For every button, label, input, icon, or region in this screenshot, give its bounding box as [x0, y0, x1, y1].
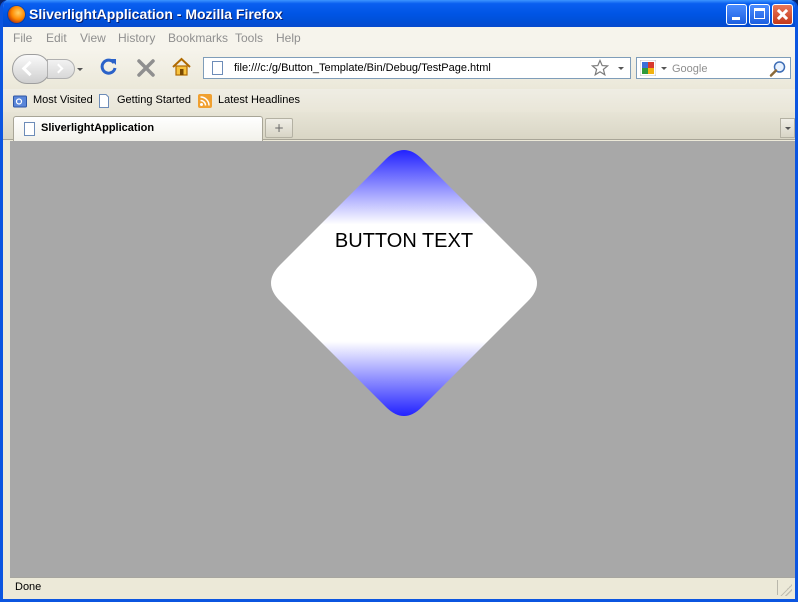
engine-dropdown-icon[interactable] [661, 67, 667, 70]
page-icon [212, 61, 223, 75]
page-icon [99, 94, 109, 108]
window-title: SliverlightApplication - Mozilla Firefox [29, 6, 283, 22]
maximize-button[interactable] [749, 4, 770, 25]
page-icon [24, 122, 35, 136]
search-placeholder[interactable]: Google [672, 63, 707, 75]
close-icon [773, 5, 792, 24]
rss-icon [198, 94, 212, 108]
home-icon[interactable] [171, 57, 192, 77]
status-bar: Done [10, 577, 795, 597]
status-text: Done [15, 581, 42, 593]
menu-view[interactable]: View [80, 31, 106, 45]
minimize-button[interactable] [726, 4, 747, 25]
reload-icon[interactable] [100, 58, 118, 76]
url-dropdown-icon[interactable] [618, 67, 624, 70]
chevron-down-icon [785, 127, 791, 130]
search-icon[interactable] [769, 60, 787, 78]
resize-grip-icon[interactable] [780, 584, 792, 596]
back-button[interactable] [12, 54, 50, 84]
menu-tools[interactable]: Tools [235, 31, 263, 45]
tab-list-button[interactable] [780, 118, 795, 138]
tab-label: SliverlightApplication [41, 122, 155, 134]
tab-active[interactable]: SliverlightApplication [13, 116, 263, 141]
diamond-button-shape[interactable] [271, 150, 537, 416]
menu-bookmarks[interactable]: Bookmarks [168, 31, 228, 45]
url-text[interactable]: file:///c:/g/Button_Template/Bin/Debug/T… [234, 62, 491, 74]
status-divider [777, 580, 778, 595]
menu-history[interactable]: History [118, 31, 155, 45]
title-bar[interactable]: SliverlightApplication - Mozilla Firefox [3, 0, 795, 30]
stop-icon[interactable] [136, 58, 156, 78]
menu-file[interactable]: File [13, 31, 32, 45]
history-dropdown-icon[interactable] [77, 68, 83, 71]
star-icon[interactable] [591, 59, 609, 77]
folder-icon [13, 95, 27, 108]
url-bar[interactable]: file:///c:/g/Button_Template/Bin/Debug/T… [203, 57, 631, 79]
browser-window: SliverlightApplication - Mozilla Firefox… [0, 0, 798, 602]
menu-help[interactable]: Help [276, 31, 301, 45]
menu-bar: File Edit View History Bookmarks Tools H… [3, 27, 795, 49]
new-tab-button[interactable]: + [265, 118, 293, 138]
search-bar[interactable]: Google [636, 57, 791, 79]
minimize-icon [732, 17, 740, 20]
diamond-button[interactable] [271, 150, 537, 416]
maximize-icon [754, 8, 765, 19]
menu-edit[interactable]: Edit [46, 31, 67, 45]
google-icon[interactable] [640, 60, 656, 76]
close-button[interactable] [772, 4, 793, 25]
forward-button[interactable] [47, 59, 75, 79]
firefox-icon [8, 6, 25, 23]
